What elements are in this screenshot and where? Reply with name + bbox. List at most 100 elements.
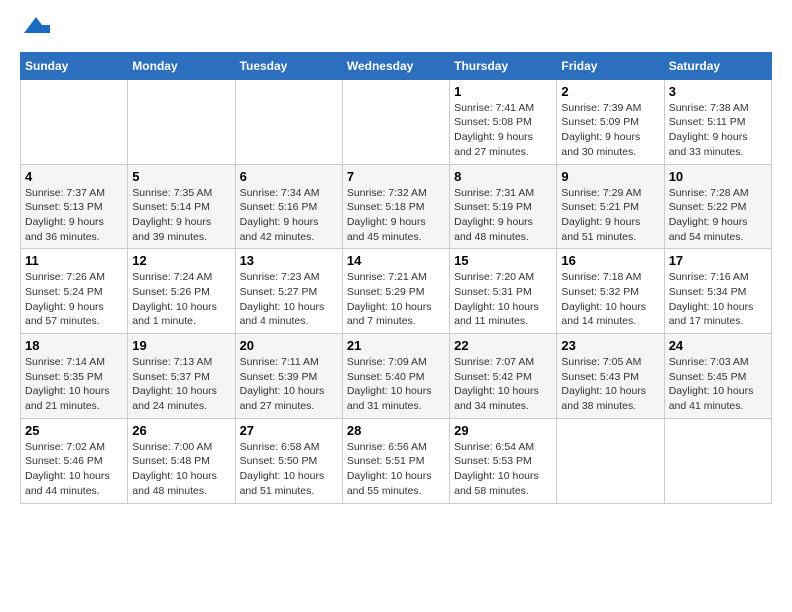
day-header-wednesday: Wednesday	[342, 52, 449, 79]
day-info: Sunrise: 6:54 AMSunset: 5:53 PMDaylight:…	[454, 440, 552, 499]
calendar-header-row: SundayMondayTuesdayWednesdayThursdayFrid…	[21, 52, 772, 79]
calendar-week-row: 1 Sunrise: 7:41 AMSunset: 5:08 PMDaylight…	[21, 79, 772, 164]
day-number: 27	[240, 423, 338, 438]
day-info: Sunrise: 7:34 AMSunset: 5:16 PMDaylight:…	[240, 186, 338, 245]
day-info: Sunrise: 7:11 AMSunset: 5:39 PMDaylight:…	[240, 355, 338, 414]
calendar-cell	[21, 79, 128, 164]
calendar-week-row: 11 Sunrise: 7:26 AMSunset: 5:24 PMDayligh…	[21, 249, 772, 334]
calendar-cell: 15Sunrise: 7:20 AMSunset: 5:31 PMDayligh…	[450, 249, 557, 334]
calendar-cell	[557, 418, 664, 503]
calendar-cell	[128, 79, 235, 164]
calendar-cell: 1 Sunrise: 7:41 AMSunset: 5:08 PMDaylight…	[450, 79, 557, 164]
calendar-cell: 23 Sunrise: 7:05 AMSunset: 5:43 PMDayligh…	[557, 334, 664, 419]
day-number: 12	[132, 253, 230, 268]
day-info: Sunrise: 7:38 AMSunset: 5:11 PMDaylight:…	[669, 101, 767, 160]
day-number: 10	[669, 169, 767, 184]
day-info: Sunrise: 7:16 AMSunset: 5:34 PMDaylight:…	[669, 270, 767, 329]
day-info: Sunrise: 7:21 AMSunset: 5:29 PMDaylight:…	[347, 270, 445, 329]
day-number: 11	[25, 253, 123, 268]
day-number: 8	[454, 169, 552, 184]
calendar-cell: 3 Sunrise: 7:38 AMSunset: 5:11 PMDaylight…	[664, 79, 771, 164]
day-info: Sunrise: 7:29 AMSunset: 5:21 PMDaylight:…	[561, 186, 659, 245]
day-info: Sunrise: 7:31 AMSunset: 5:19 PMDaylight:…	[454, 186, 552, 245]
day-number: 17	[669, 253, 767, 268]
calendar-cell: 6 Sunrise: 7:34 AMSunset: 5:16 PMDaylight…	[235, 164, 342, 249]
day-number: 16	[561, 253, 659, 268]
day-info: Sunrise: 7:23 AMSunset: 5:27 PMDaylight:…	[240, 270, 338, 329]
day-info: Sunrise: 7:02 AMSunset: 5:46 PMDaylight:…	[25, 440, 123, 499]
day-info: Sunrise: 7:13 AMSunset: 5:37 PMDaylight:…	[132, 355, 230, 414]
day-number: 18	[25, 338, 123, 353]
calendar-cell: 22Sunrise: 7:07 AMSunset: 5:42 PMDayligh…	[450, 334, 557, 419]
day-number: 5	[132, 169, 230, 184]
day-number: 26	[132, 423, 230, 438]
day-info: Sunrise: 7:39 AMSunset: 5:09 PMDaylight:…	[561, 101, 659, 160]
calendar-week-row: 18 Sunrise: 7:14 AMSunset: 5:35 PMDayligh…	[21, 334, 772, 419]
day-info: Sunrise: 7:28 AMSunset: 5:22 PMDaylight:…	[669, 186, 767, 245]
calendar-cell: 13Sunrise: 7:23 AMSunset: 5:27 PMDayligh…	[235, 249, 342, 334]
day-number: 28	[347, 423, 445, 438]
day-info: Sunrise: 6:56 AMSunset: 5:51 PMDaylight:…	[347, 440, 445, 499]
calendar-cell: 28 Sunrise: 6:56 AMSunset: 5:51 PMDayligh…	[342, 418, 449, 503]
day-info: Sunrise: 7:24 AMSunset: 5:26 PMDaylight:…	[132, 270, 230, 329]
day-number: 1	[454, 84, 552, 99]
day-number: 4	[25, 169, 123, 184]
calendar-cell: 21 Sunrise: 7:09 AMSunset: 5:40 PMDayligh…	[342, 334, 449, 419]
calendar-cell: 26 Sunrise: 7:00 AMSunset: 5:48 PMDayligh…	[128, 418, 235, 503]
calendar-cell: 9 Sunrise: 7:29 AMSunset: 5:21 PMDaylight…	[557, 164, 664, 249]
day-info: Sunrise: 7:32 AMSunset: 5:18 PMDaylight:…	[347, 186, 445, 245]
calendar-cell: 8 Sunrise: 7:31 AMSunset: 5:19 PMDaylight…	[450, 164, 557, 249]
calendar-cell	[235, 79, 342, 164]
calendar-cell: 2 Sunrise: 7:39 AMSunset: 5:09 PMDaylight…	[557, 79, 664, 164]
day-number: 25	[25, 423, 123, 438]
day-info: Sunrise: 7:05 AMSunset: 5:43 PMDaylight:…	[561, 355, 659, 414]
day-number: 6	[240, 169, 338, 184]
calendar-cell: 10 Sunrise: 7:28 AMSunset: 5:22 PMDayligh…	[664, 164, 771, 249]
day-header-friday: Friday	[557, 52, 664, 79]
calendar-cell: 14 Sunrise: 7:21 AMSunset: 5:29 PMDayligh…	[342, 249, 449, 334]
day-number: 29	[454, 423, 552, 438]
day-info: Sunrise: 7:26 AMSunset: 5:24 PMDaylight:…	[25, 270, 123, 329]
day-info: Sunrise: 7:20 AMSunset: 5:31 PMDaylight:…	[454, 270, 552, 329]
day-info: Sunrise: 7:14 AMSunset: 5:35 PMDaylight:…	[25, 355, 123, 414]
calendar-cell	[664, 418, 771, 503]
calendar-cell: 24Sunrise: 7:03 AMSunset: 5:45 PMDayligh…	[664, 334, 771, 419]
calendar-cell: 27Sunrise: 6:58 AMSunset: 5:50 PMDayligh…	[235, 418, 342, 503]
day-number: 20	[240, 338, 338, 353]
day-info: Sunrise: 7:41 AMSunset: 5:08 PMDaylight:…	[454, 101, 552, 160]
day-info: Sunrise: 7:37 AMSunset: 5:13 PMDaylight:…	[25, 186, 123, 245]
page-header	[20, 15, 772, 42]
day-number: 2	[561, 84, 659, 99]
calendar-cell: 17 Sunrise: 7:16 AMSunset: 5:34 PMDayligh…	[664, 249, 771, 334]
calendar-cell: 20 Sunrise: 7:11 AMSunset: 5:39 PMDayligh…	[235, 334, 342, 419]
calendar-cell: 4 Sunrise: 7:37 AMSunset: 5:13 PMDaylight…	[21, 164, 128, 249]
calendar-cell: 16 Sunrise: 7:18 AMSunset: 5:32 PMDayligh…	[557, 249, 664, 334]
calendar-cell: 7 Sunrise: 7:32 AMSunset: 5:18 PMDaylight…	[342, 164, 449, 249]
calendar-week-row: 4 Sunrise: 7:37 AMSunset: 5:13 PMDaylight…	[21, 164, 772, 249]
calendar-table: SundayMondayTuesdayWednesdayThursdayFrid…	[20, 52, 772, 504]
day-header-monday: Monday	[128, 52, 235, 79]
day-info: Sunrise: 7:00 AMSunset: 5:48 PMDaylight:…	[132, 440, 230, 499]
day-number: 23	[561, 338, 659, 353]
day-number: 7	[347, 169, 445, 184]
day-number: 21	[347, 338, 445, 353]
calendar-cell: 29 Sunrise: 6:54 AMSunset: 5:53 PMDayligh…	[450, 418, 557, 503]
logo-text	[20, 15, 50, 42]
calendar-cell: 5Sunrise: 7:35 AMSunset: 5:14 PMDaylight…	[128, 164, 235, 249]
day-number: 24	[669, 338, 767, 353]
day-number: 14	[347, 253, 445, 268]
day-header-sunday: Sunday	[21, 52, 128, 79]
day-number: 19	[132, 338, 230, 353]
day-info: Sunrise: 7:09 AMSunset: 5:40 PMDaylight:…	[347, 355, 445, 414]
calendar-cell	[342, 79, 449, 164]
logo	[20, 15, 50, 42]
page-container: SundayMondayTuesdayWednesdayThursdayFrid…	[0, 0, 792, 519]
calendar-week-row: 25 Sunrise: 7:02 AMSunset: 5:46 PMDayligh…	[21, 418, 772, 503]
day-number: 9	[561, 169, 659, 184]
day-info: Sunrise: 7:18 AMSunset: 5:32 PMDaylight:…	[561, 270, 659, 329]
calendar-cell: 12 Sunrise: 7:24 AMSunset: 5:26 PMDayligh…	[128, 249, 235, 334]
logo-icon	[22, 15, 50, 37]
day-header-tuesday: Tuesday	[235, 52, 342, 79]
day-number: 22	[454, 338, 552, 353]
day-number: 3	[669, 84, 767, 99]
